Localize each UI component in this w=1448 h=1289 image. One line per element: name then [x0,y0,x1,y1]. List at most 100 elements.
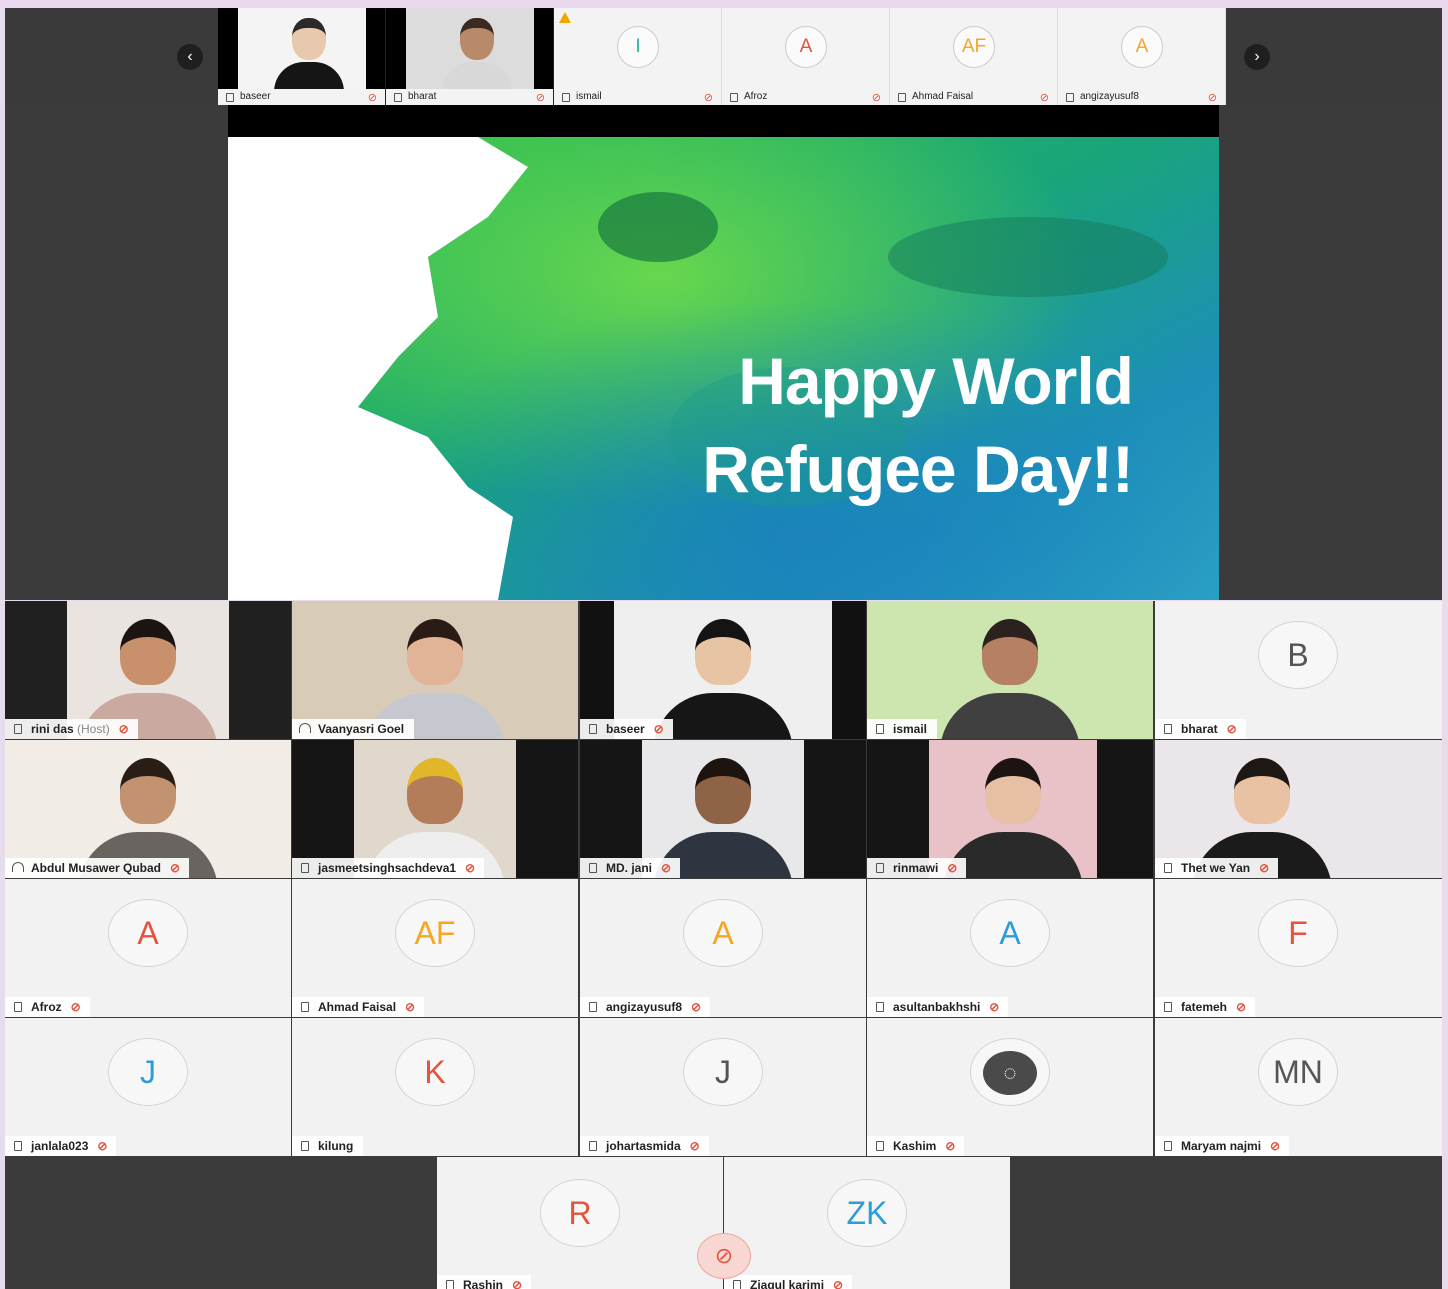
mute-button[interactable]: ⊘ [697,1233,751,1279]
participant-name: rini das [31,722,74,736]
participant-name-label: angizayusuf8 ⊘ [1058,89,1225,105]
microphone-muted-icon: ⊘ [945,1139,956,1153]
participant-body [442,62,512,92]
participant-tile[interactable]: Jjohartasmida ⊘ [580,1018,866,1156]
participant-name-label: MD. jani ⊘ [580,858,681,878]
video-feed [238,8,366,92]
participant-name-label: rini das (Host) ⊘ [5,719,138,739]
participant-name: johartasmida [606,1139,681,1153]
participant-tile[interactable]: baseer ⊘ [580,601,866,739]
participant-name-label: rinmawi ⊘ [867,858,967,878]
device-icon [589,724,597,734]
filmstrip-tile[interactable]: AF Ahmad Faisal ⊘ [890,8,1058,105]
participant-name: bharat [1181,722,1218,736]
participant-name-label: Abdul Musawer Qubad ⊘ [5,858,190,878]
participant-tile[interactable]: Aasultanbakhshi ⊘ [867,879,1153,1017]
participant-tile[interactable]: jasmeetsinghsachdeva1 ⊘ [292,740,578,878]
participant-tile[interactable]: K◌Kashim⊘ [867,1018,1153,1156]
device-icon [301,1002,309,1012]
device-icon [14,1141,22,1151]
participant-face [985,758,1041,824]
participant-tile[interactable]: Bbharat ⊘ [1155,601,1442,739]
meeting-window: ‹ baseer ⊘ bharat ⊘ Iismail ⊘ A Afroz ⊘ AF Ahmad F… [0,0,1448,1289]
participant-name-label: Maryam najmi ⊘ [1155,1136,1290,1156]
participant-tile[interactable]: Ffatemeh ⊘ [1155,879,1442,1017]
microphone-muted-icon: ⊘ [97,1139,108,1153]
participant-name-label: asultanbakhshi ⊘ [867,997,1009,1017]
device-icon [730,93,738,102]
device-icon [1066,93,1074,102]
participant-name-label: bharat ⊘ [1155,719,1246,739]
device-icon [876,863,884,873]
device-icon [1164,724,1172,734]
participant-tile[interactable]: Kkilung [292,1018,578,1156]
participant-name: Vaanyasri Goel [318,722,405,736]
participant-avatar: A [683,899,763,967]
microphone-muted-icon: ⊘ [714,1243,734,1268]
device-icon [14,724,22,734]
participant-tile[interactable]: Jjanlala023 ⊘ [5,1018,291,1156]
participant-face [1234,758,1290,824]
participant-avatar: A [1121,26,1163,68]
device-icon [301,1141,309,1151]
participant-name-label: ismail ⊘ [554,89,721,105]
participant-face [695,758,751,824]
participant-face [292,18,326,60]
slide-title-line-1: Happy World [738,344,1134,418]
participant-name-label: Ahmad Faisal ⊘ [890,89,1057,105]
participant-tile[interactable]: AF Ahmad Faisal ⊘ [292,879,578,1017]
participant-body [274,62,344,92]
participant-tile[interactable]: R Rashin ⊘ [437,1157,723,1289]
participant-body [940,693,1080,739]
device-icon [226,93,234,102]
filmstrip-tile[interactable]: baseer ⊘ [218,8,386,105]
participant-face [695,619,751,685]
participant-tile[interactable]: Vaanyasri Goel [292,601,578,739]
participant-name: Afroz [31,1000,62,1014]
filmstrip-tile[interactable]: A Afroz ⊘ [722,8,890,105]
participant-avatar: A [785,26,827,68]
microphone-muted-icon: ⊘ [871,92,881,104]
participant-tile[interactable]: MD. jani ⊘ [580,740,866,878]
device-icon [1164,1002,1172,1012]
participant-name: Ahmad Faisal [912,91,974,102]
shared-screen[interactable]: Happy World Refugee Day!! [228,105,1219,600]
microphone-muted-icon: ⊘ [465,861,476,875]
participant-tile[interactable]: Aangizayusuf8 ⊘ [580,879,866,1017]
microphone-muted-icon: ⊘ [70,1000,81,1014]
microphone-muted-icon: ⊘ [511,1278,523,1289]
participant-tile[interactable]: ZK Ziagul karimi ⊘ [724,1157,1010,1289]
chat-bubble-icon[interactable]: ◌ [983,1051,1037,1095]
filmstrip-tile[interactable]: Aangizayusuf8 ⊘ [1058,8,1226,105]
participant-face [120,619,176,685]
filmstrip-prev-button[interactable]: ‹ [177,44,203,70]
device-icon [1164,1141,1172,1151]
participant-tile[interactable]: Abdul Musawer Qubad ⊘ [5,740,291,878]
participant-name: Thet we Yan [1181,861,1251,875]
participant-tile[interactable]: ismail [867,601,1153,739]
participant-tile[interactable]: MN Maryam najmi ⊘ [1155,1018,1442,1156]
participant-name: fatemeh [1181,1000,1228,1014]
device-icon [876,1141,884,1151]
participant-name-label: jasmeetsinghsachdeva1 ⊘ [292,858,485,878]
participant-name: Maryam najmi [1181,1139,1262,1153]
participant-name-label: Thet we Yan ⊘ [1155,858,1279,878]
participant-tile[interactable]: A Afroz ⊘ [5,879,291,1017]
participant-name: rinmawi [893,861,939,875]
device-icon [301,863,309,873]
headphone-icon [12,862,24,872]
participant-name-label: Ziagul karimi ⊘ [724,1275,853,1289]
filmstrip-tile[interactable]: bharat ⊘ [386,8,554,105]
filmstrip-next-button[interactable]: › [1244,44,1270,70]
participant-avatar: K [395,1038,475,1106]
participant-tile[interactable]: Thet we Yan ⊘ [1155,740,1442,878]
microphone-muted-icon: ⊘ [367,92,377,104]
participant-tile[interactable]: rini das (Host) ⊘ [5,601,291,739]
participant-tile[interactable]: rinmawi ⊘ [867,740,1153,878]
participant-face [407,758,463,824]
participant-name: janlala023 [31,1139,89,1153]
filmstrip-tile[interactable]: Iismail ⊘ [554,8,722,105]
slide-title: Happy World Refugee Day!! [702,337,1134,513]
participant-name: bharat [408,91,437,102]
microphone-muted-icon: ⊘ [653,722,664,736]
